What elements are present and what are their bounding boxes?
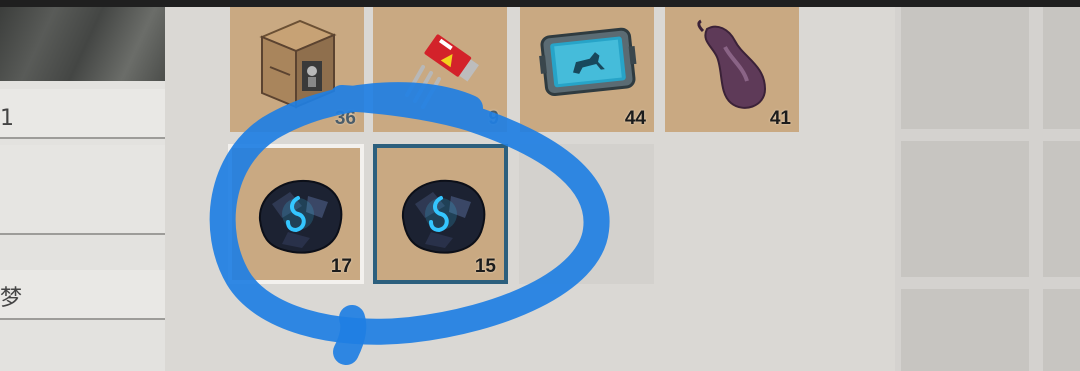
inventory-slot-2[interactable]: 9 [373, 7, 507, 132]
slot-3-count: 44 [624, 108, 646, 129]
inventory-slot-1[interactable]: 36 [230, 7, 364, 132]
character-portrait [0, 7, 165, 81]
slot-5-count: 17 [330, 256, 352, 277]
right-slot-3[interactable] [901, 141, 1029, 277]
slot-4-count: 41 [769, 108, 791, 129]
right-slot-6[interactable] [1043, 289, 1080, 371]
left-panel: 1 梦 [0, 7, 165, 371]
inventory-slot-4[interactable]: 41 [665, 7, 799, 132]
right-panel [895, 7, 1080, 371]
top-bar [0, 0, 1080, 7]
slot-1-count: 36 [334, 108, 356, 129]
left-row-3[interactable]: 梦 [0, 270, 165, 320]
inventory-slot-3[interactable]: 44 [520, 7, 654, 132]
inventory-slot-6-selected[interactable]: 15 [373, 144, 508, 284]
right-slot-5[interactable] [901, 289, 1029, 371]
right-slot-4[interactable] [1043, 141, 1080, 277]
right-slot-1[interactable] [901, 7, 1029, 129]
slot-6-count: 15 [474, 256, 496, 277]
electronic-component-icon [405, 34, 479, 109]
left-row-1-label: 1 [0, 106, 14, 131]
inventory-grid: 36 9 44 41 17 15 [165, 7, 895, 371]
inventory-slot-7-empty[interactable] [519, 144, 654, 284]
left-row-2[interactable] [0, 145, 165, 235]
right-slot-2[interactable] [1043, 7, 1080, 129]
left-row-3-label: 梦 [0, 286, 23, 311]
inventory-slot-5[interactable]: 17 [228, 144, 364, 284]
slot-2-count: 9 [488, 108, 499, 129]
left-row-1[interactable]: 1 [0, 89, 165, 139]
